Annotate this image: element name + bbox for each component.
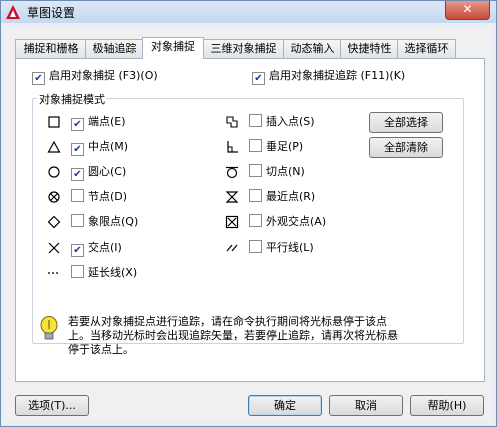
drafting-settings-window: 草图设置 ✕ 捕捉和栅格 极轴追踪 对象捕捉 三维对象捕捉 动态输入 快捷特性 … <box>0 0 497 427</box>
tracking-tip-text: 若要从对象捕捉点进行追踪，请在命令执行期间将光标悬停于该点上。当移动光标时会出现… <box>68 315 398 356</box>
lightbulb-icon <box>40 316 58 340</box>
extension-icon <box>48 272 60 274</box>
tab-quick-properties[interactable]: 快捷特性 <box>340 39 399 58</box>
triangle-icon <box>47 140 61 153</box>
checkbox[interactable]: ✔ <box>252 72 265 85</box>
cancel-button[interactable]: 取消 <box>329 395 403 416</box>
tab-object-snap[interactable]: 对象捕捉 <box>142 37 204 59</box>
perpendicular-icon <box>227 141 238 153</box>
checkbox-label: 启用对象捕捉追踪 (F11)(K) <box>269 69 406 82</box>
tab-dynamic-input[interactable]: 动态输入 <box>283 39 342 58</box>
checkbox-label: 节点(D) <box>88 190 128 203</box>
snap-perpendicular[interactable]: 垂足(P) <box>249 139 303 155</box>
checkbox-label: 最近点(R) <box>266 190 316 203</box>
snap-tangent[interactable]: 切点(N) <box>249 164 305 180</box>
snap-intersection[interactable]: ✔ 交点(I) <box>71 240 122 257</box>
checkbox-label: 外观交点(A) <box>266 215 327 228</box>
apparent-intersection-icon <box>225 215 239 229</box>
snap-extension[interactable]: 延长线(X) <box>71 265 137 281</box>
checkbox[interactable] <box>249 164 262 177</box>
tab-snap-grid[interactable]: 捕捉和栅格 <box>15 39 87 58</box>
checkbox-label: 插入点(S) <box>266 115 315 128</box>
checkbox[interactable]: ✔ <box>71 244 84 257</box>
insert-icon <box>226 116 238 128</box>
checkbox[interactable] <box>249 240 262 253</box>
autocad-logo-icon <box>6 5 20 19</box>
checkbox-label: 圆心(C) <box>88 165 127 178</box>
checkbox[interactable]: ✔ <box>71 143 84 156</box>
snap-endpoint[interactable]: ✔ 端点(E) <box>71 114 126 131</box>
checkbox-label: 启用对象捕捉 (F3)(O) <box>49 69 158 82</box>
checkbox[interactable] <box>249 214 262 227</box>
snap-quadrant[interactable]: 象限点(Q) <box>71 214 138 230</box>
checkbox[interactable] <box>249 114 262 127</box>
checkbox[interactable]: ✔ <box>71 168 84 181</box>
checkbox-label: 中点(M) <box>88 140 129 153</box>
select-all-button[interactable]: 全部选择 <box>369 112 443 133</box>
group-label: 对象捕捉模式 <box>37 91 107 107</box>
checkbox[interactable] <box>71 214 84 227</box>
clear-all-button[interactable]: 全部清除 <box>369 137 443 158</box>
options-button[interactable]: 选项(T)... <box>15 395 89 416</box>
checkbox-label: 象限点(Q) <box>88 215 139 228</box>
checkbox-label: 延长线(X) <box>88 266 138 279</box>
snap-insertion[interactable]: 插入点(S) <box>249 114 315 130</box>
snap-on-checkbox[interactable]: ✔ 启用对象捕捉 (F3)(O) <box>32 68 158 85</box>
checkbox[interactable] <box>71 265 84 278</box>
snap-midpoint[interactable]: ✔ 中点(M) <box>71 139 129 156</box>
help-button[interactable]: 帮助(H) <box>410 395 484 416</box>
checkbox-label: 交点(I) <box>88 241 122 254</box>
dialog-client: 捕捉和栅格 极轴追踪 对象捕捉 三维对象捕捉 动态输入 快捷特性 选择循环 ✔ 启… <box>5 27 492 422</box>
close-icon: ✕ <box>462 2 473 16</box>
cross-icon <box>48 242 60 254</box>
tangent-icon <box>226 166 238 179</box>
checkbox-label: 端点(E) <box>88 115 126 128</box>
close-button[interactable]: ✕ <box>445 1 490 20</box>
tracking-on-checkbox[interactable]: ✔ 启用对象捕捉追踪 (F11)(K) <box>252 68 406 85</box>
snap-nearest[interactable]: 最近点(R) <box>249 189 315 205</box>
node-icon <box>48 191 60 203</box>
tab-3d-object-snap[interactable]: 三维对象捕捉 <box>202 39 285 58</box>
checkbox[interactable]: ✔ <box>32 72 45 85</box>
tab-selection-cycling[interactable]: 选择循环 <box>397 39 456 58</box>
window-title: 草图设置 <box>27 6 76 20</box>
circle-icon <box>48 166 60 178</box>
parallel-icon <box>226 244 238 252</box>
checkbox[interactable] <box>249 189 262 202</box>
checkbox[interactable] <box>71 189 84 202</box>
snap-center[interactable]: ✔ 圆心(C) <box>71 164 127 181</box>
snap-node[interactable]: 节点(D) <box>71 189 127 205</box>
diamond-icon <box>47 215 61 229</box>
title-bar[interactable]: 草图设置 ✕ <box>1 1 496 23</box>
snap-modes-group: 对象捕捉模式 ✔ 端点(E) ✔ 中点(M) ✔ 圆心(C) 节点(D) 象限点(Q)… <box>32 91 464 344</box>
square-icon <box>48 116 60 128</box>
ok-button[interactable]: 确定 <box>248 395 322 416</box>
tab-polar-tracking[interactable]: 极轴追踪 <box>85 39 144 58</box>
snap-apparent-intersection[interactable]: 外观交点(A) <box>249 214 326 230</box>
snap-parallel[interactable]: 平行线(L) <box>249 240 314 256</box>
nearest-icon <box>225 191 239 203</box>
checkbox[interactable]: ✔ <box>71 118 84 131</box>
checkbox[interactable] <box>249 139 262 152</box>
checkbox-label: 垂足(P) <box>266 140 304 153</box>
object-snap-panel: ✔ 启用对象捕捉 (F3)(O) ✔ 启用对象捕捉追踪 (F11)(K) 对象捕捉模… <box>15 58 485 382</box>
checkbox-label: 切点(N) <box>266 165 305 178</box>
checkbox-label: 平行线(L) <box>266 241 314 254</box>
